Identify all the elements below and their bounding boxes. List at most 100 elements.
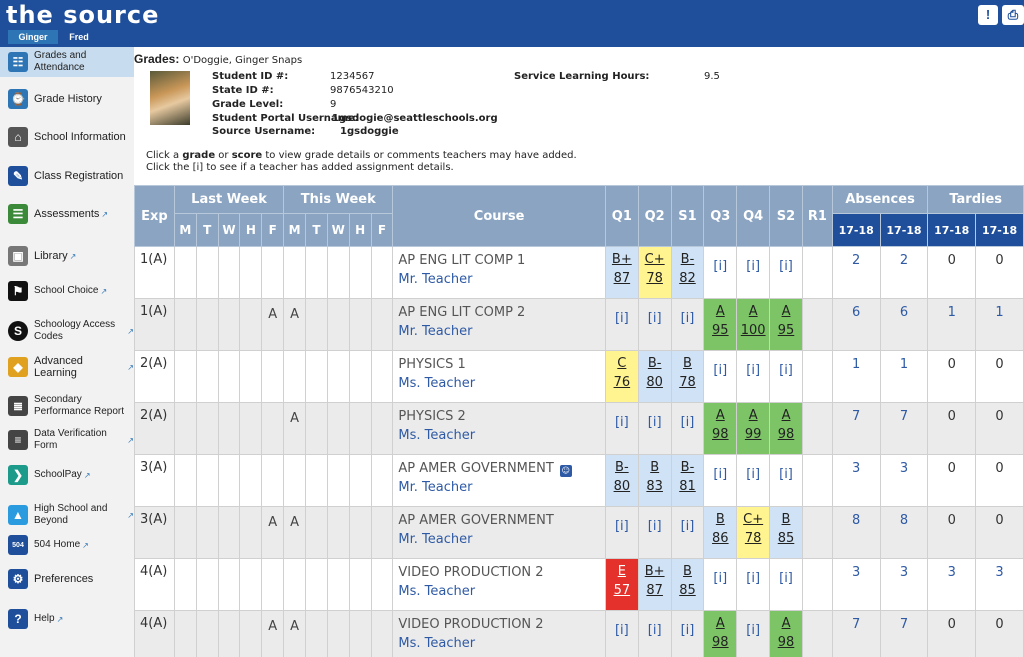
grade-letter[interactable]: A: [704, 614, 736, 633]
sidebar-item-high-school-and-beyond[interactable]: ▲ High School and Beyond ↗: [0, 497, 134, 533]
sidebar-item-library[interactable]: ▣ Library ↗: [0, 242, 134, 270]
grade-letter[interactable]: B: [704, 510, 736, 529]
grade-score[interactable]: 95: [770, 321, 802, 340]
grade-cell[interactable]: B 78: [670, 350, 705, 403]
grade-cell[interactable]: A 95: [769, 298, 803, 351]
grade-letter[interactable]: B: [672, 562, 704, 581]
grade-cell[interactable]: A 98: [769, 402, 803, 455]
grade-letter[interactable]: B: [770, 510, 802, 529]
tardies-count[interactable]: 0: [927, 246, 977, 299]
grade-cell[interactable]: C+ 78: [637, 246, 672, 299]
print-icon[interactable]: ⎙: [1002, 5, 1024, 25]
grade-score[interactable]: 78: [639, 269, 671, 288]
grade-letter[interactable]: A: [770, 614, 802, 633]
sidebar-item-help[interactable]: ? Help ↗: [0, 602, 134, 636]
info-link[interactable]: [i]: [604, 506, 639, 559]
grade-letter[interactable]: B: [639, 458, 671, 477]
tardies-count[interactable]: 0: [927, 610, 977, 657]
grade-cell[interactable]: E 57: [604, 558, 639, 611]
grade-cell[interactable]: B- 82: [670, 246, 705, 299]
grade-score[interactable]: 87: [606, 269, 638, 288]
grade-score[interactable]: 95: [704, 321, 736, 340]
grade-letter[interactable]: B+: [639, 562, 671, 581]
absences-count[interactable]: 3: [879, 454, 929, 507]
grade-score[interactable]: 85: [770, 529, 802, 548]
grade-cell[interactable]: B- 80: [604, 454, 639, 507]
absences-count[interactable]: 3: [831, 558, 881, 611]
grade-cell[interactable]: B+ 87: [637, 558, 672, 611]
grade-letter[interactable]: A: [704, 406, 736, 425]
grade-score[interactable]: 86: [704, 529, 736, 548]
sidebar-item-preferences[interactable]: ⚙ Preferences: [0, 562, 134, 596]
tardies-count[interactable]: 0: [927, 402, 977, 455]
absences-count[interactable]: 7: [831, 610, 881, 657]
grade-letter[interactable]: A: [737, 302, 769, 321]
tardies-count[interactable]: 3: [975, 558, 1024, 611]
alert-icon[interactable]: !: [978, 5, 998, 25]
tardies-count[interactable]: 0: [927, 350, 977, 403]
grade-cell[interactable]: B 86: [703, 506, 738, 559]
absences-count[interactable]: 2: [831, 246, 881, 299]
info-link[interactable]: [i]: [670, 298, 705, 351]
info-link[interactable]: [i]: [604, 402, 639, 455]
tardies-count[interactable]: 0: [975, 246, 1024, 299]
grade-score[interactable]: 57: [606, 581, 638, 600]
tardies-count[interactable]: 0: [927, 454, 977, 507]
info-link[interactable]: [i]: [736, 246, 771, 299]
grade-score[interactable]: 82: [672, 269, 704, 288]
sidebar-item-grade-history[interactable]: ⌚ Grade History: [0, 83, 134, 115]
user-tab-ginger[interactable]: Ginger: [8, 30, 58, 44]
info-link[interactable]: [i]: [637, 506, 672, 559]
sidebar-item-secondary-performance-report[interactable]: ≣ Secondary Performance Report: [0, 390, 134, 422]
info-link[interactable]: [i]: [736, 454, 771, 507]
grade-letter[interactable]: A: [737, 406, 769, 425]
grade-letter[interactable]: B: [672, 354, 704, 373]
grade-score[interactable]: 99: [737, 425, 769, 444]
info-link[interactable]: [i]: [670, 610, 705, 657]
absences-count[interactable]: 6: [879, 298, 929, 351]
tardies-count[interactable]: 0: [975, 454, 1024, 507]
grade-cell[interactable]: B- 80: [637, 350, 672, 403]
grade-cell[interactable]: B- 81: [670, 454, 705, 507]
absences-count[interactable]: 8: [831, 506, 881, 559]
info-link[interactable]: [i]: [670, 402, 705, 455]
grade-cell[interactable]: A 98: [703, 610, 738, 657]
grade-score[interactable]: 76: [606, 373, 638, 392]
absences-count[interactable]: 1: [831, 350, 881, 403]
grade-score[interactable]: 80: [639, 373, 671, 392]
info-link[interactable]: [i]: [670, 506, 705, 559]
tardies-count[interactable]: 1: [927, 298, 977, 351]
sidebar-item-class-registration[interactable]: ✎ Class Registration: [0, 160, 134, 192]
grade-letter[interactable]: B-: [639, 354, 671, 373]
sidebar-item-school-information[interactable]: ⌂ School Information: [0, 119, 134, 155]
info-link[interactable]: [i]: [703, 350, 738, 403]
sidebar-item-schoology-access-codes[interactable]: S Schoology Access Codes ↗: [0, 311, 134, 351]
grade-score[interactable]: 78: [737, 529, 769, 548]
absences-count[interactable]: 3: [879, 558, 929, 611]
grade-letter[interactable]: B-: [606, 458, 638, 477]
sidebar-item-advanced-learning[interactable]: ◆ Advanced Learning ↗: [0, 353, 134, 381]
grade-cell[interactable]: C 76: [604, 350, 639, 403]
grade-cell[interactable]: A 100: [736, 298, 771, 351]
absences-count[interactable]: 7: [879, 610, 929, 657]
grade-score[interactable]: 98: [770, 425, 802, 444]
info-link[interactable]: [i]: [769, 246, 803, 299]
grade-cell[interactable]: B 85: [769, 506, 803, 559]
info-link[interactable]: [i]: [736, 558, 771, 611]
absences-count[interactable]: 6: [831, 298, 881, 351]
tardies-count[interactable]: 0: [927, 506, 977, 559]
grade-cell[interactable]: A 98: [769, 610, 803, 657]
tardies-count[interactable]: 0: [975, 610, 1024, 657]
grade-letter[interactable]: E: [606, 562, 638, 581]
info-link[interactable]: [i]: [703, 454, 738, 507]
grade-score[interactable]: 100: [737, 321, 769, 340]
sidebar-item-school-choice[interactable]: ⚑ School Choice ↗: [0, 277, 134, 305]
grade-score[interactable]: 80: [606, 477, 638, 496]
sidebar-item-data-verification-form[interactable]: ≡ Data Verification Form ↗: [0, 422, 134, 458]
info-link[interactable]: [i]: [769, 350, 803, 403]
grade-cell[interactable]: C+ 78: [736, 506, 771, 559]
info-link[interactable]: [i]: [637, 298, 672, 351]
grade-cell[interactable]: A 95: [703, 298, 738, 351]
sidebar-item-assessments[interactable]: ☰ Assessments ↗: [0, 197, 134, 231]
tardies-count[interactable]: 3: [927, 558, 977, 611]
